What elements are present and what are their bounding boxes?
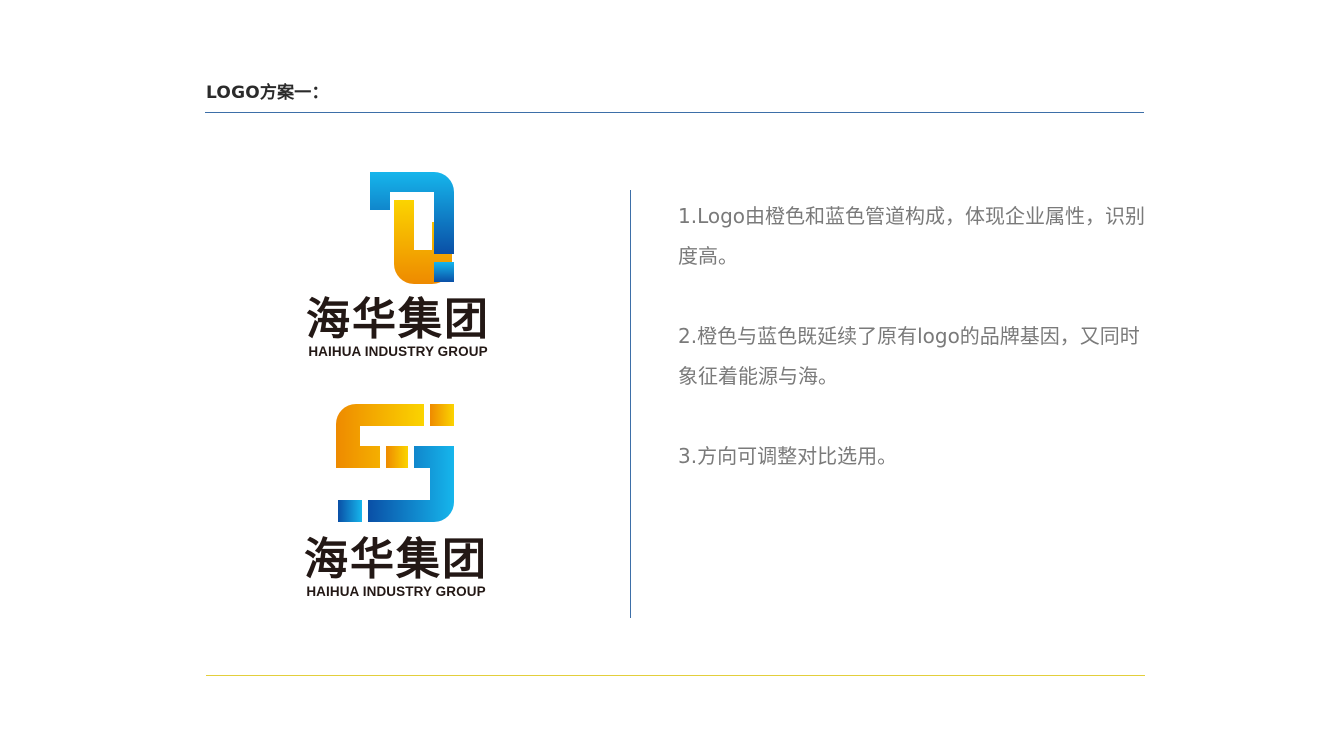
logo-two-english-name: HAIHUA INDUSTRY GROUP: [306, 584, 486, 599]
page-title: LOGO方案一：: [206, 83, 329, 103]
description-list: 1.Logo由橙色和蓝色管道构成，体现企业属性，识别度高。 2.橙色与蓝色既延续…: [678, 196, 1148, 516]
logo-variant-two: 海华集团 HAIHUA INDUSTRY GROUP: [286, 402, 506, 600]
logo-one-chinese-name: 海华集团: [306, 294, 490, 345]
logo-one-english-name: HAIHUA INDUSTRY GROUP: [308, 344, 488, 359]
logo-two-chinese-name: 海华集团: [304, 534, 488, 585]
pipe-in-letters-logo-icon: [370, 172, 454, 284]
description-item: 1.Logo由橙色和蓝色管道构成，体现企业属性，识别度高。: [678, 204, 1146, 268]
header-divider: [205, 112, 1144, 113]
description-item: 3.方向可调整对比选用。: [678, 444, 898, 468]
footer-divider: [206, 675, 1145, 676]
description-item: 2.橙色与蓝色既延续了原有logo的品牌基因，又同时象征着能源与海。: [678, 324, 1140, 388]
pipe-s-letter-logo-icon: [336, 404, 454, 522]
vertical-divider: [630, 190, 631, 618]
logo-variant-one: 海华集团 HAIHUA INDUSTRY GROUP: [288, 170, 508, 360]
